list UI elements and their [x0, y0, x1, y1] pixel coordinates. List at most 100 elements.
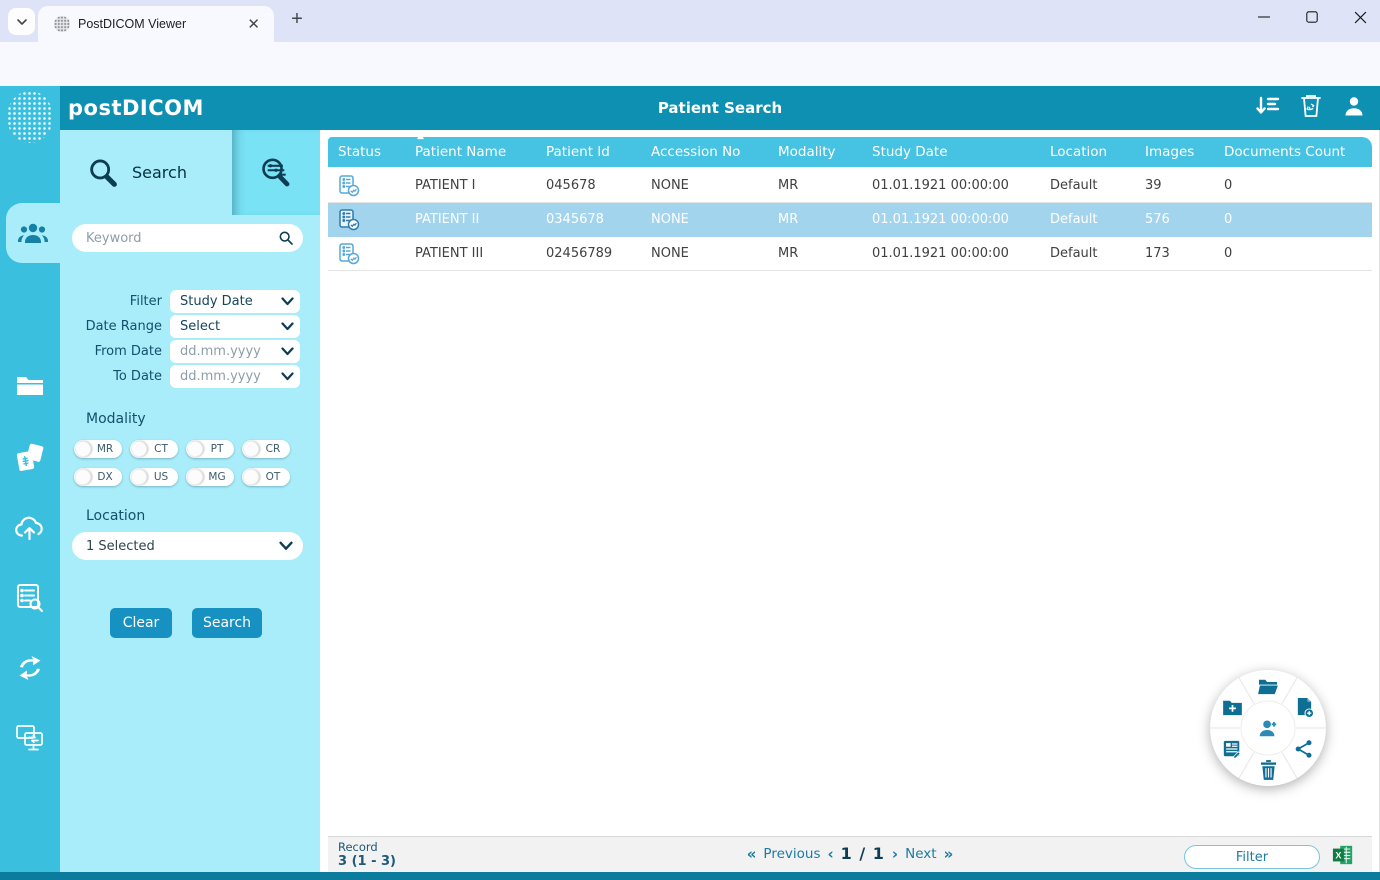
cell-documents-count: 0 [1214, 178, 1372, 193]
chevron-down-icon [279, 541, 293, 551]
date-range-select[interactable]: Select [170, 315, 300, 338]
modality-toggle-ct[interactable]: CT [130, 440, 178, 458]
chevron-down-icon [281, 372, 294, 381]
cell-documents-count: 0 [1214, 212, 1372, 227]
delete-action-icon[interactable] [1257, 759, 1279, 781]
col-modality[interactable]: Modality [768, 144, 862, 160]
cell-patient-id: 0345678 [536, 212, 641, 227]
patients-icon [17, 221, 49, 245]
sort-options-icon[interactable] [1256, 95, 1280, 117]
modality-toggle-mr[interactable]: MR [74, 440, 122, 458]
modality-toggle-cr[interactable]: CR [242, 440, 290, 458]
nav-item-studies[interactable] [0, 430, 60, 486]
search-panel: Search Filter Study Date Date Range Sele… [60, 130, 320, 872]
open-folder-action-icon[interactable] [1257, 675, 1279, 697]
export-excel-icon[interactable]: X [1332, 844, 1354, 866]
account-profile-icon[interactable] [1342, 94, 1366, 118]
patient-results-table: Status ▲Patient Name Patient Id Accessio… [328, 137, 1372, 271]
toggle-knob [131, 441, 147, 457]
col-patient-name[interactable]: ▲Patient Name [405, 144, 536, 160]
study-status-icon [338, 243, 362, 265]
table-row[interactable]: PATIENT I 045678 NONE MR 01.01.1921 00:0… [328, 169, 1372, 203]
last-page-icon[interactable]: » [944, 845, 954, 863]
col-status[interactable]: Status [328, 144, 405, 160]
previous-arrow-icon[interactable]: ‹ [827, 845, 833, 863]
col-study-date[interactable]: Study Date [862, 144, 1040, 160]
advanced-search-icon [258, 155, 294, 191]
sync-arrows-icon [16, 654, 44, 682]
sort-asc-icon[interactable]: ▲ [417, 131, 424, 141]
table-row[interactable]: PATIENT III 02456789 NONE MR 01.01.1921 … [328, 237, 1372, 271]
modality-toggle-dx[interactable]: DX [74, 468, 122, 486]
col-location[interactable]: Location [1040, 144, 1135, 160]
new-tab-button[interactable]: + [284, 8, 310, 31]
search-button[interactable]: Search [192, 608, 262, 638]
chevron-down-icon [16, 16, 28, 28]
nav-item-worklist[interactable] [0, 570, 60, 626]
postdicom-viewer-window: PostDICOM Viewer ✕ + germany.postdicom.c… [0, 0, 1380, 880]
cell-documents-count: 0 [1214, 246, 1372, 261]
to-date-select[interactable]: dd.mm.yyyy [170, 365, 300, 388]
cell-patient-name: PATIENT I [405, 178, 536, 193]
filter-select[interactable]: Study Date [170, 290, 300, 313]
nav-item-sync[interactable] [0, 640, 60, 696]
cell-images: 576 [1135, 212, 1214, 227]
recycle-bin-icon[interactable] [1300, 94, 1322, 118]
toggle-knob [243, 469, 259, 485]
modality-toggle-pt[interactable]: PT [186, 440, 234, 458]
toggle-knob [187, 469, 203, 485]
window-maximize-button[interactable] [1302, 6, 1322, 28]
nav-item-upload[interactable] [0, 500, 60, 556]
clear-button[interactable]: Clear [110, 608, 172, 638]
modality-toggle-ot[interactable]: OT [242, 468, 290, 486]
cell-study-date: 01.01.1921 00:00:00 [862, 212, 1040, 227]
cell-location: Default [1040, 212, 1135, 227]
nav-item-remote-transfer[interactable] [0, 710, 60, 766]
cell-accession-no: NONE [641, 178, 768, 193]
add-document-action-icon[interactable] [1293, 696, 1315, 718]
col-patient-id[interactable]: Patient Id [536, 144, 641, 160]
location-select[interactable]: 1 Selected [72, 532, 303, 560]
nav-item-folders[interactable] [0, 358, 60, 414]
share-action-icon[interactable] [1293, 738, 1315, 760]
tab-advanced-search[interactable] [232, 130, 320, 215]
report-action-icon[interactable] [1221, 738, 1243, 760]
tab-close-icon[interactable]: ✕ [243, 15, 264, 33]
col-images[interactable]: Images [1135, 144, 1214, 160]
study-status-icon [338, 209, 362, 231]
nav-item-patient-search[interactable] [6, 203, 60, 263]
browser-tab[interactable]: PostDICOM Viewer ✕ [38, 6, 274, 42]
cell-location: Default [1040, 246, 1135, 261]
location-section-label: Location [86, 508, 145, 524]
cell-images: 173 [1135, 246, 1214, 261]
filter-button[interactable]: Filter [1184, 845, 1320, 869]
modality-section-label: Modality [86, 411, 146, 427]
col-documents-count[interactable]: Documents Count [1214, 144, 1372, 160]
col-accession-no[interactable]: Accession No [641, 144, 768, 160]
cell-accession-no: NONE [641, 212, 768, 227]
table-row-selected[interactable]: PATIENT II 0345678 NONE MR 01.01.1921 00… [328, 203, 1372, 237]
image-stack-icon [14, 443, 46, 473]
monitor-sync-icon [15, 724, 45, 752]
previous-page-button[interactable]: Previous [763, 846, 820, 862]
window-close-button[interactable] [1350, 6, 1370, 28]
cell-images: 39 [1135, 178, 1214, 193]
tab-basic-search[interactable]: Search [60, 130, 232, 215]
results-footer-bar: Record 3 (1 - 3) « Previous ‹ 1 / 1 › Ne… [328, 836, 1372, 872]
keyword-input[interactable] [72, 224, 303, 252]
modality-toggle-us[interactable]: US [130, 468, 178, 486]
from-date-select[interactable]: dd.mm.yyyy [170, 340, 300, 363]
toggle-knob [131, 469, 147, 485]
cell-modality: MR [768, 246, 862, 261]
add-folder-action-icon[interactable] [1221, 696, 1243, 718]
folder-icon [15, 374, 45, 398]
browser-tab-strip: PostDICOM Viewer ✕ + [0, 0, 1380, 42]
first-page-icon[interactable]: « [747, 845, 757, 863]
next-page-button[interactable]: Next [905, 846, 936, 862]
keyword-search-icon[interactable] [278, 230, 294, 246]
tab-search-button[interactable] [8, 8, 35, 35]
window-minimize-button[interactable] [1254, 6, 1274, 28]
next-arrow-icon[interactable]: › [892, 845, 898, 863]
add-patient-action-icon[interactable] [1257, 717, 1279, 739]
modality-toggle-mg[interactable]: MG [186, 468, 234, 486]
